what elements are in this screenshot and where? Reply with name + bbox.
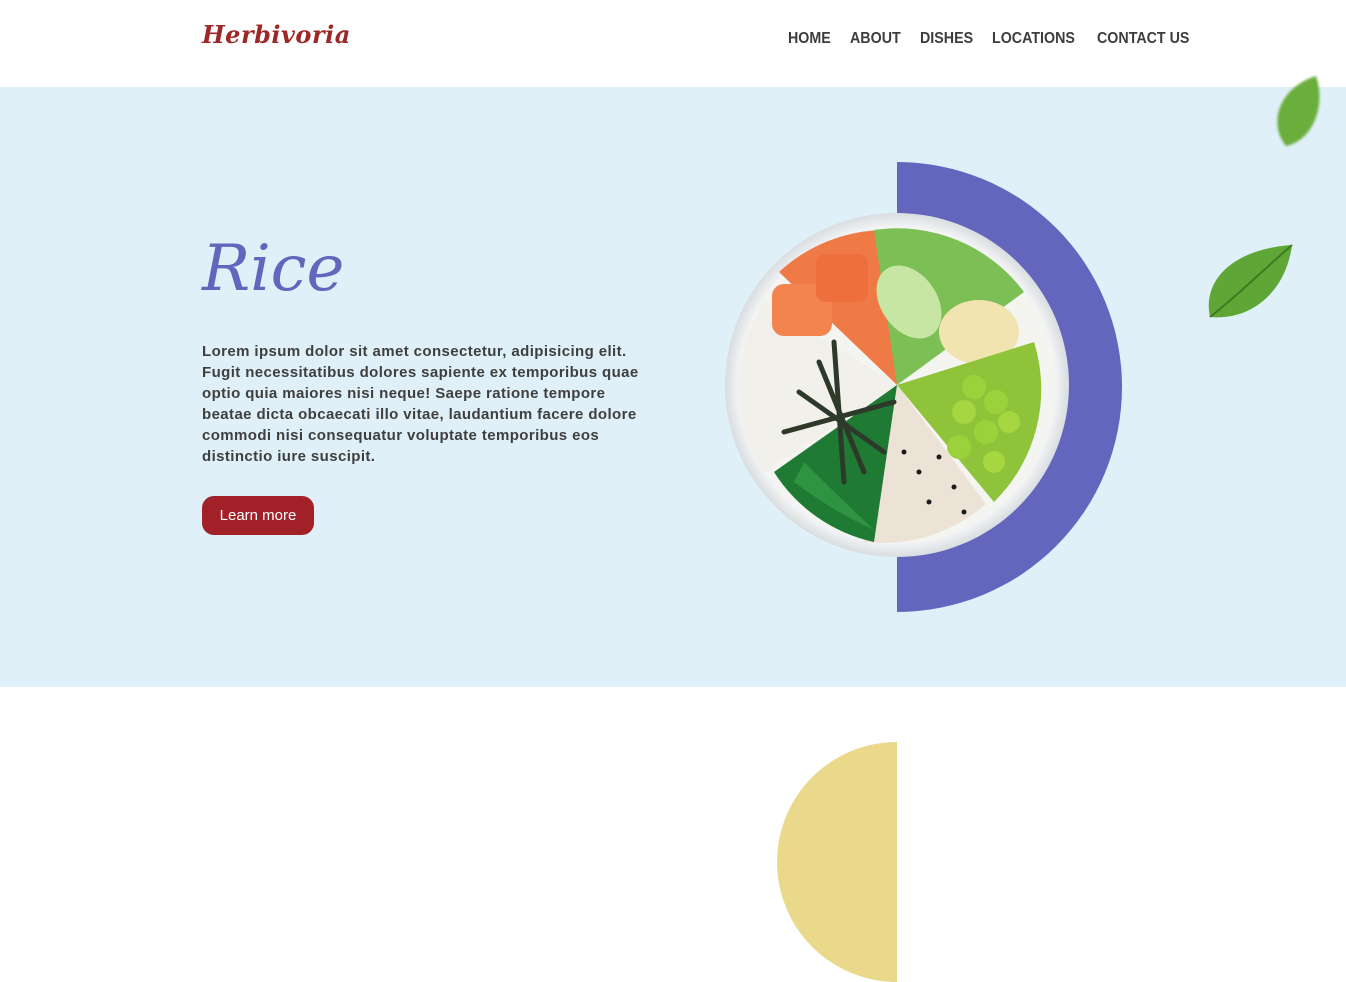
green-leaf-icon: [1268, 74, 1324, 153]
hero-title: Rice: [202, 232, 345, 306]
nav-contact-us-link[interactable]: CONTACT US: [1097, 30, 1189, 48]
nav-home-link[interactable]: HOME: [788, 30, 831, 48]
nav-dishes-link[interactable]: DISHES: [920, 30, 973, 48]
brand-logo[interactable]: Herbivoria: [202, 20, 351, 49]
green-leaf-icon: [1202, 241, 1294, 326]
rice-poke-bowl-image: [724, 212, 1070, 558]
nav-locations-link[interactable]: LOCATIONS: [992, 30, 1075, 48]
site-header: Herbivoria HOME ABOUT DISHES LOCATIONS C…: [0, 0, 1346, 87]
main-nav: HOME ABOUT DISHES LOCATIONS CONTACT US: [788, 30, 1198, 48]
learn-more-button[interactable]: Learn more: [202, 496, 314, 535]
hero-description: Lorem ipsum dolor sit amet consectetur, …: [202, 343, 639, 465]
nav-about-link[interactable]: ABOUT: [850, 30, 901, 48]
hero-section: Rice Lorem ipsum dolor sit amet consecte…: [0, 87, 1346, 687]
next-section-accent-shape: [777, 742, 897, 982]
